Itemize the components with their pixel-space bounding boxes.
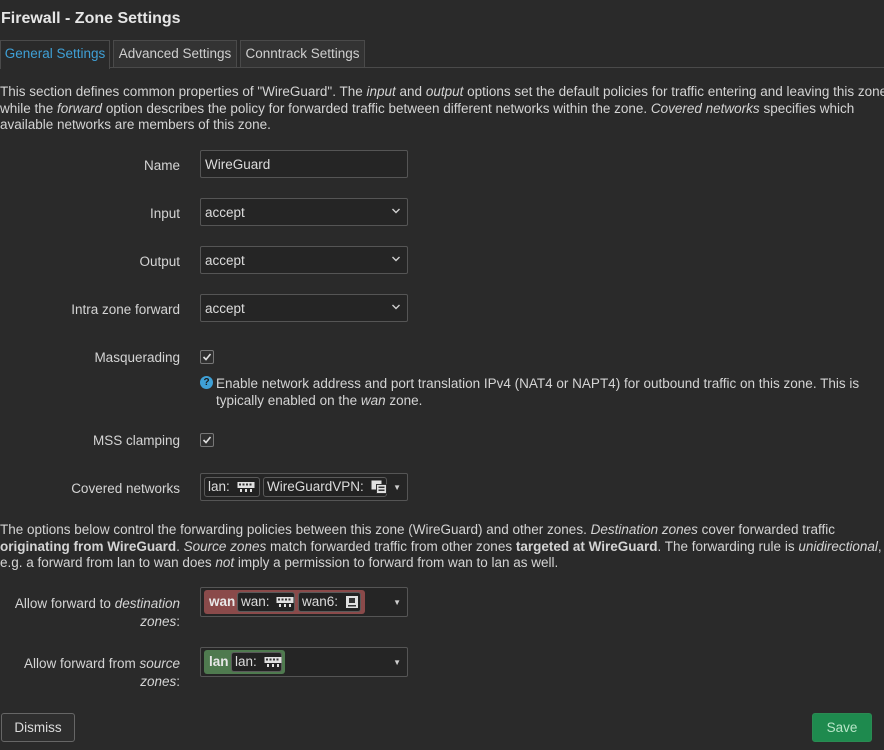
zone-name: lan <box>209 654 229 669</box>
network-chip-label: lan: <box>208 479 230 494</box>
dropdown-arrow-icon: ▼ <box>393 598 401 607</box>
mss-clamping-label: MSS clamping <box>92 433 180 448</box>
dismiss-button[interactable]: Dismiss <box>1 713 75 742</box>
network-chip-lan: lan: <box>231 652 282 672</box>
tab-advanced-settings[interactable]: Advanced Settings <box>113 40 237 67</box>
covered-networks-label: Covered networks <box>71 481 180 496</box>
tab-bar: General Settings Advanced Settings Connt… <box>0 40 884 69</box>
checkmark-icon <box>202 436 212 444</box>
input-policy-select[interactable]: accept <box>200 198 408 226</box>
output-policy-value: accept <box>205 253 245 268</box>
name-label: Name <box>143 158 180 173</box>
network-chip-label: wan: <box>241 594 270 609</box>
input-policy-value: accept <box>205 205 245 220</box>
network-chip-wan6: wan6: <box>298 592 361 612</box>
forward-from-source-select[interactable]: lan lan: ▼ <box>200 647 408 677</box>
zone-name: wan <box>209 594 236 609</box>
intra-zone-forward-label: Intra zone forward <box>71 302 180 317</box>
allow-forward-from-label: Allow forward from source zones: <box>23 656 180 689</box>
input-label: Input <box>149 206 180 221</box>
port-icon <box>345 596 358 609</box>
output-policy-select[interactable]: accept <box>200 246 408 274</box>
output-label: Output <box>139 254 180 269</box>
network-chip-label: wan6: <box>302 594 339 609</box>
mss-clamping-checkbox[interactable] <box>200 433 214 447</box>
chevron-down-icon <box>392 304 400 310</box>
intro-text: This section defines common properties o… <box>0 84 884 132</box>
zone-badge-wan[interactable]: wan wan: wan6: <box>204 590 365 614</box>
help-icon: ? <box>200 376 213 389</box>
network-chip-label: lan: <box>235 654 257 669</box>
network-chip-wan: wan: <box>237 592 295 612</box>
network-chip-lan[interactable]: lan: <box>204 477 260 497</box>
ethernet-switch-icon <box>237 482 255 493</box>
dropdown-arrow-icon: ▼ <box>393 483 401 492</box>
ethernet-switch-icon <box>264 657 282 668</box>
tab-conntrack-settings[interactable]: Conntrack Settings <box>240 40 365 67</box>
forward-to-destination-select[interactable]: wan wan: wan6: ▼ <box>200 587 408 617</box>
checkmark-icon <box>202 353 212 361</box>
save-button[interactable]: Save <box>812 713 872 742</box>
masquerading-help-text: Enable network address and port translat… <box>216 376 860 408</box>
network-chip-wireguardvpn[interactable]: WireGuardVPN: <box>263 477 387 497</box>
page-title: Firewall - Zone Settings <box>1 10 181 27</box>
intra-zone-forward-value: accept <box>205 301 245 316</box>
network-chip-label: WireGuardVPN: <box>267 479 364 494</box>
masquerading-label: Masquerading <box>94 350 180 365</box>
name-input[interactable]: WireGuard <box>200 150 408 178</box>
covered-networks-select[interactable]: lan: WireGuardVPN: ▼ <box>200 473 408 501</box>
intra-zone-forward-select[interactable]: accept <box>200 294 408 322</box>
masquerading-checkbox[interactable] <box>200 350 214 364</box>
ethernet-switch-icon <box>276 597 294 608</box>
dropdown-arrow-icon: ▼ <box>393 658 401 667</box>
chevron-down-icon <box>392 256 400 262</box>
tab-general-settings[interactable]: General Settings <box>0 40 110 69</box>
tunnel-network-icon <box>371 480 387 495</box>
allow-forward-to-label: Allow forward to destination zones: <box>14 596 180 629</box>
forwarding-description: The options below control the forwarding… <box>0 522 882 570</box>
name-value: WireGuard <box>205 157 271 172</box>
chevron-down-icon <box>392 208 400 214</box>
zone-badge-lan[interactable]: lan lan: <box>204 650 285 674</box>
